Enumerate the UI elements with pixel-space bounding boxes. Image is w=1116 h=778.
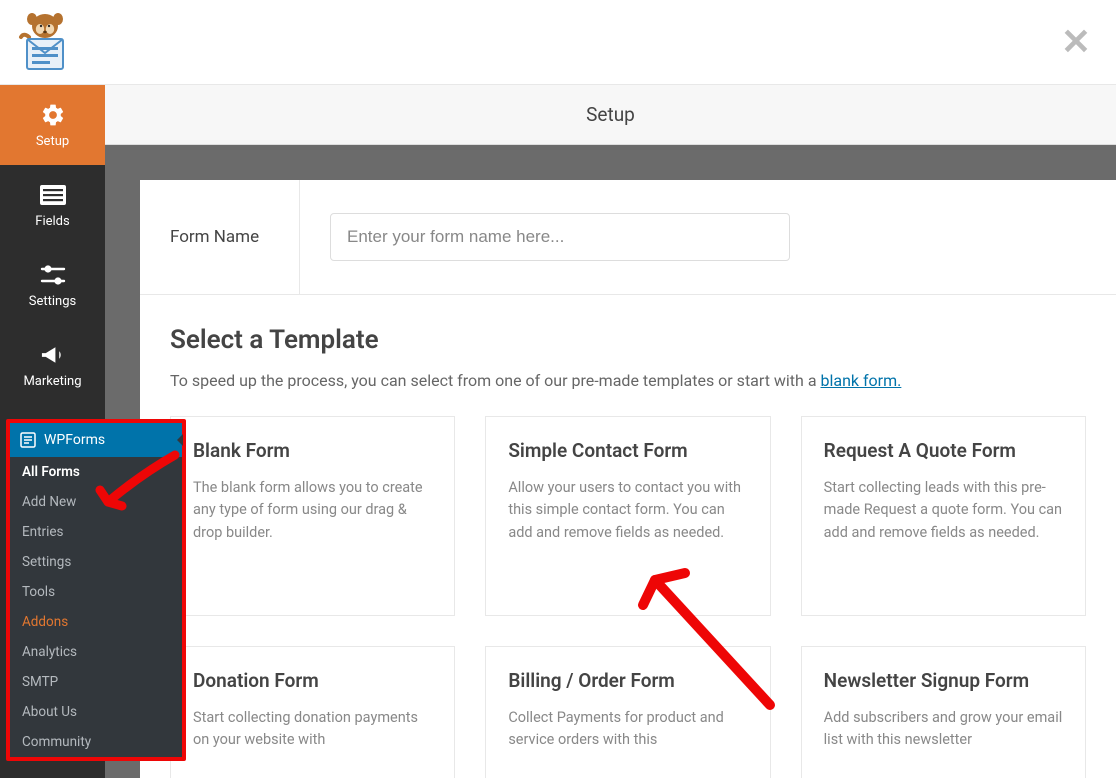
wp-submenu-entries[interactable]: Entries <box>10 517 182 547</box>
form-name-label: Form Name <box>140 180 300 294</box>
template-desc: The blank form allows you to create any … <box>193 477 432 544</box>
template-section: Select a Template To speed up the proces… <box>140 295 1116 390</box>
sidebar-item-fields[interactable]: Fields <box>0 165 105 245</box>
topbar: ✕ <box>0 0 1116 85</box>
sidebar-item-label: Setup <box>36 134 69 149</box>
wp-submenu-analytics[interactable]: Analytics <box>10 637 182 667</box>
bullhorn-icon <box>40 342 66 368</box>
page-title-text: Setup <box>586 103 635 126</box>
template-card-donation[interactable]: Donation Form Start collecting donation … <box>170 646 455 778</box>
main-panel: Setup Form Name Select a Template To spe… <box>105 85 1116 778</box>
wp-submenu-community[interactable]: Community <box>10 727 182 757</box>
template-desc: Allow your users to contact you with thi… <box>508 477 747 544</box>
template-description: To speed up the process, you can select … <box>170 371 1086 390</box>
wp-submenu-addons[interactable]: Addons <box>10 607 182 637</box>
template-title: Request A Quote Form <box>824 439 1063 462</box>
template-title: Simple Contact Form <box>508 439 747 462</box>
template-desc: Start collecting donation payments on yo… <box>193 707 432 752</box>
template-title: Donation Form <box>193 669 432 692</box>
sidebar-item-marketing[interactable]: Marketing <box>0 325 105 405</box>
template-title: Blank Form <box>193 439 432 462</box>
wp-submenu-settings[interactable]: Settings <box>10 547 182 577</box>
template-card-newsletter[interactable]: Newsletter Signup Form Add subscribers a… <box>801 646 1086 778</box>
form-name-input[interactable] <box>330 213 790 261</box>
sidebar-item-label: Settings <box>29 294 76 309</box>
sidebar-item-label: Fields <box>35 214 69 229</box>
content-wrap: Form Name Select a Template To speed up … <box>105 145 1116 778</box>
annotation-arrow-icon <box>90 450 180 520</box>
wpforms-logo <box>12 9 78 75</box>
template-card-blank[interactable]: Blank Form The blank form allows you to … <box>170 416 455 616</box>
template-desc: Start collecting leads with this pre-mad… <box>824 477 1063 544</box>
wp-submenu-smtp[interactable]: SMTP <box>10 667 182 697</box>
sliders-icon <box>40 262 66 288</box>
gear-icon <box>40 102 66 128</box>
wp-submenu-tools[interactable]: Tools <box>10 577 182 607</box>
wp-submenu-title-text: WPForms <box>44 432 105 448</box>
form-icon <box>20 432 36 448</box>
template-title: Newsletter Signup Form <box>824 669 1063 692</box>
blank-form-link[interactable]: blank form. <box>821 371 902 390</box>
template-heading: Select a Template <box>170 325 1086 355</box>
wp-submenu-about-us[interactable]: About Us <box>10 697 182 727</box>
list-icon <box>40 182 66 208</box>
close-icon[interactable]: ✕ <box>1061 21 1091 63</box>
sidebar-item-settings[interactable]: Settings <box>0 245 105 325</box>
template-desc: Add subscribers and grow your email list… <box>824 707 1063 752</box>
sidebar-item-label: Marketing <box>23 374 81 389</box>
sidebar-item-setup[interactable]: Setup <box>0 85 105 165</box>
form-name-row: Form Name <box>140 180 1116 295</box>
page-title: Setup <box>105 85 1116 145</box>
annotation-arrow-icon <box>615 545 785 715</box>
template-card-request-quote[interactable]: Request A Quote Form Start collecting le… <box>801 416 1086 616</box>
